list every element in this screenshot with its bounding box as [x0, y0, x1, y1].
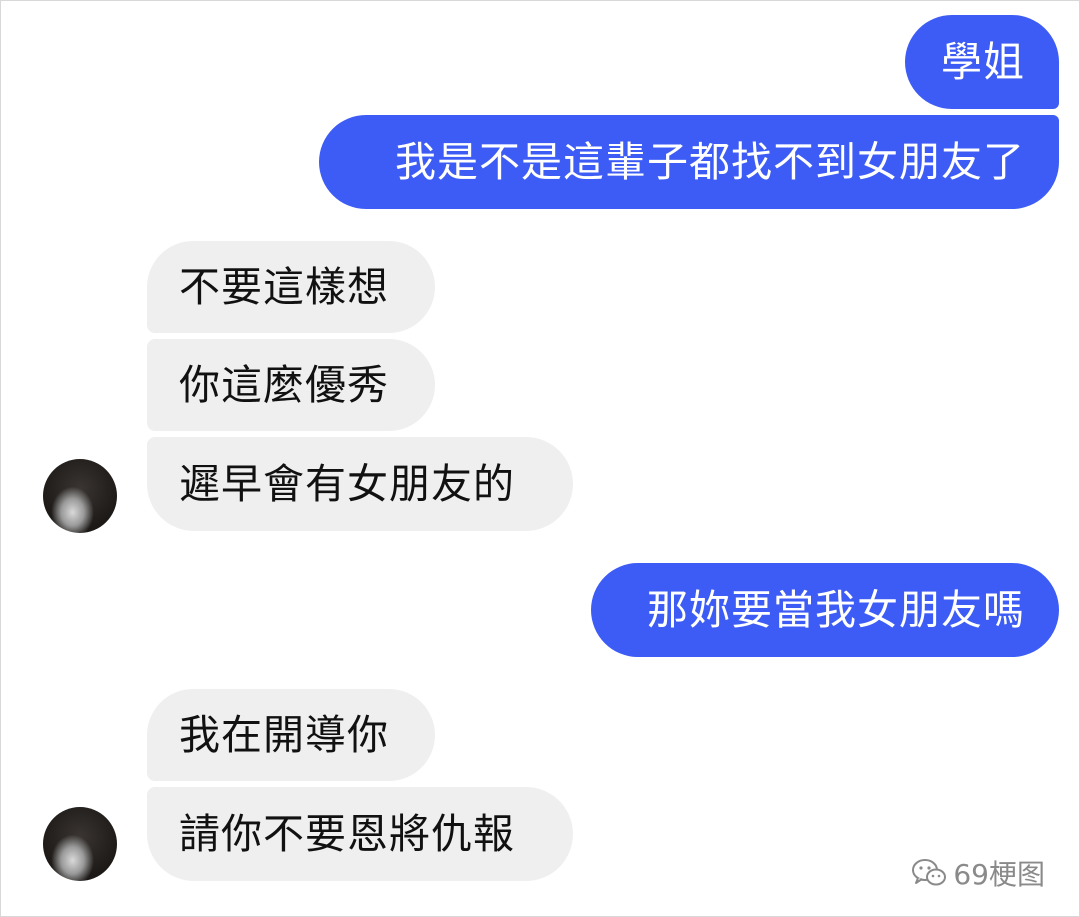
message-text: 你這麼優秀 [179, 360, 389, 409]
sender-avatar[interactable] [43, 459, 117, 533]
incoming-message-bubble[interactable]: 請你不要恩將仇報 [147, 787, 573, 881]
message-text: 我是不是這輩子都找不到女朋友了 [395, 137, 1025, 186]
outgoing-message-bubble[interactable]: 那妳要當我女朋友嗎 [591, 563, 1059, 657]
watermark-text: 69梗图 [953, 858, 1045, 891]
chat-screenshot: 學姐 我是不是這輩子都找不到女朋友了 不要這樣想 你這麼優秀 遲早會有女朋友的 … [0, 0, 1080, 917]
outgoing-message-bubble[interactable]: 學姐 [905, 15, 1059, 109]
wechat-icon [911, 858, 947, 888]
incoming-message-bubble[interactable]: 你這麼優秀 [147, 339, 435, 431]
message-text: 遲早會有女朋友的 [179, 459, 515, 508]
message-text: 不要這樣想 [179, 262, 389, 311]
message-text: 學姐 [941, 37, 1025, 86]
incoming-message-bubble[interactable]: 不要這樣想 [147, 241, 435, 333]
incoming-message-bubble[interactable]: 我在開導你 [147, 689, 435, 781]
message-text: 那妳要當我女朋友嗎 [647, 585, 1025, 634]
outgoing-message-bubble[interactable]: 我是不是這輩子都找不到女朋友了 [319, 115, 1059, 209]
incoming-message-bubble[interactable]: 遲早會有女朋友的 [147, 437, 573, 531]
watermark: 69梗图 [911, 853, 1045, 893]
sender-avatar[interactable] [43, 807, 117, 881]
message-text: 我在開導你 [179, 710, 389, 759]
message-text: 請你不要恩將仇報 [179, 809, 515, 858]
